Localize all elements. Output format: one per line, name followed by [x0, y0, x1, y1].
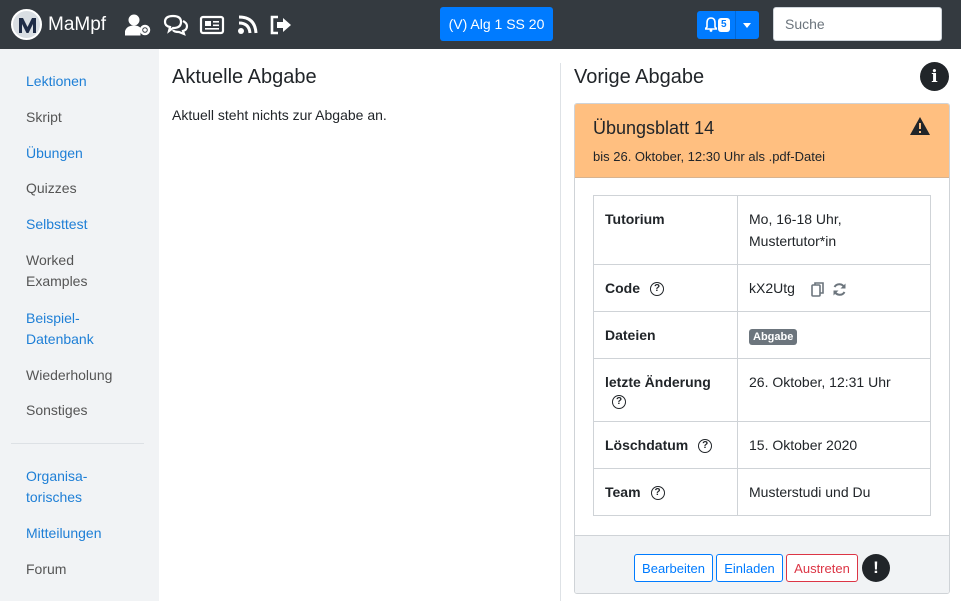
card-header: Übungsblatt 14 bis 26. Oktober, 12:30 Uh…	[575, 104, 949, 178]
card-footer: Bearbeiten Einladen Austreten !	[575, 535, 949, 593]
user-cog-icon[interactable]	[125, 12, 151, 38]
invite-button[interactable]: Einladen	[716, 554, 783, 582]
code-value-cell: kX2Utg	[737, 264, 931, 312]
bell-icon	[705, 17, 717, 32]
code-value: kX2Utg	[749, 280, 795, 296]
table-row: letzte Änderung? 26. Oktober, 12:31 Uhr	[593, 358, 931, 422]
sidebar-item-mitteilungen[interactable]: Mitteilungen	[26, 523, 102, 544]
tutorium-label: Tutorium	[593, 195, 738, 265]
tutorium-value: Mo, 16-18 Uhr, Mustertutor*in	[737, 195, 931, 265]
table-row: Dateien Abgabe	[593, 311, 931, 359]
current-submission-section: Aktuelle Abgabe Aktuell steht nichts zur…	[159, 49, 561, 601]
mampf-logo-icon	[11, 9, 42, 40]
exclamation-icon[interactable]: !	[862, 554, 890, 582]
blog-icon[interactable]	[235, 12, 261, 38]
sidebar-item-uebungen[interactable]: Übungen	[26, 143, 83, 164]
changed-value: 26. Oktober, 12:31 Uhr	[737, 358, 931, 422]
sidebar-item-sonstiges[interactable]: Sonstiges	[26, 400, 87, 421]
leave-button[interactable]: Austreten	[786, 554, 858, 582]
code-label-cell: Code?	[593, 264, 738, 312]
deletion-value: 15. Oktober 2020	[737, 421, 931, 469]
help-icon[interactable]: ?	[612, 395, 626, 409]
sidebar-item-worked-examples[interactable]: Worked Examples	[26, 250, 116, 292]
sidebar-item-skript[interactable]: Skript	[26, 107, 62, 128]
notifications-button[interactable]: 5	[697, 11, 759, 39]
sidebar-item-forum[interactable]: Forum	[26, 559, 66, 580]
sidebar-item-organisatorisches[interactable]: Organisa-torisches	[26, 466, 98, 508]
help-icon[interactable]: ?	[650, 486, 665, 501]
sidebar-item-quizzes[interactable]: Quizzes	[26, 178, 77, 199]
edit-button[interactable]: Bearbeiten	[634, 554, 713, 582]
chevron-down-icon[interactable]	[743, 23, 751, 28]
notification-count-badge: 5	[718, 18, 730, 32]
team-label-cell: Team?	[593, 468, 738, 516]
sidebar-item-wiederholung[interactable]: Wiederholung	[26, 365, 112, 386]
brand-name: MaMpf	[48, 13, 107, 35]
submission-details-table: Tutorium Mo, 16-18 Uhr, Mustertutor*in C…	[593, 195, 931, 516]
files-label: Dateien	[593, 311, 738, 359]
deletion-label-cell: Löschdatum?	[593, 421, 738, 469]
changed-label-cell: letzte Änderung?	[593, 358, 738, 422]
sheet-deadline: bis 26. Oktober, 12:30 Uhr als .pdf-Date…	[593, 149, 825, 164]
team-value: Musterstudi und Du	[737, 468, 931, 516]
help-icon[interactable]: ?	[650, 282, 664, 297]
refresh-icon[interactable]	[832, 282, 847, 297]
info-icon[interactable]: i	[920, 62, 949, 91]
deletion-label: Löschdatum	[605, 437, 689, 453]
search-input[interactable]	[773, 7, 942, 41]
help-icon[interactable]: ?	[698, 439, 713, 454]
sidebar-item-selbsttest[interactable]: Selbsttest	[26, 214, 87, 235]
sidebar-item-lektionen[interactable]: Lektionen	[26, 71, 87, 92]
newspaper-icon[interactable]	[199, 12, 225, 38]
sidebar: Lektionen Skript Übungen Quizzes Selbstt…	[0, 49, 159, 601]
brand[interactable]: MaMpf	[11, 9, 106, 40]
table-row: Team? Musterstudi und Du	[593, 468, 931, 516]
previous-submission-heading: Vorige Abgabe	[574, 66, 705, 88]
column-divider	[560, 63, 561, 601]
team-label: Team	[605, 484, 641, 500]
sidebar-item-beispiel-datenbank[interactable]: Beispiel-Datenbank	[26, 308, 116, 350]
changed-label: letzte Änderung	[605, 374, 711, 390]
lecture-selector-button[interactable]: (V) Alg 1 SS 20	[440, 7, 553, 41]
table-row: Code? kX2Utg	[593, 264, 931, 312]
copy-icon[interactable]	[811, 281, 824, 297]
comments-icon[interactable]	[163, 12, 189, 38]
top-navbar: MaMpf (V) Alg 1 SS 20 5	[0, 0, 961, 49]
notifications-split-divider	[735, 11, 736, 39]
sidebar-divider	[11, 443, 144, 444]
table-row: Löschdatum? 15. Oktober 2020	[593, 421, 931, 469]
current-submission-heading: Aktuelle Abgabe	[172, 66, 317, 88]
warning-icon[interactable]	[909, 116, 931, 136]
current-submission-text: Aktuell steht nichts zur Abgabe an.	[172, 107, 387, 123]
submission-card: Übungsblatt 14 bis 26. Oktober, 12:30 Uh…	[574, 103, 950, 594]
files-value-cell: Abgabe	[737, 311, 931, 359]
code-label: Code	[605, 280, 640, 296]
sheet-title: Übungsblatt 14	[593, 118, 715, 138]
file-badge[interactable]: Abgabe	[749, 329, 798, 345]
table-row: Tutorium Mo, 16-18 Uhr, Mustertutor*in	[593, 195, 931, 265]
sign-out-icon[interactable]	[268, 12, 294, 38]
